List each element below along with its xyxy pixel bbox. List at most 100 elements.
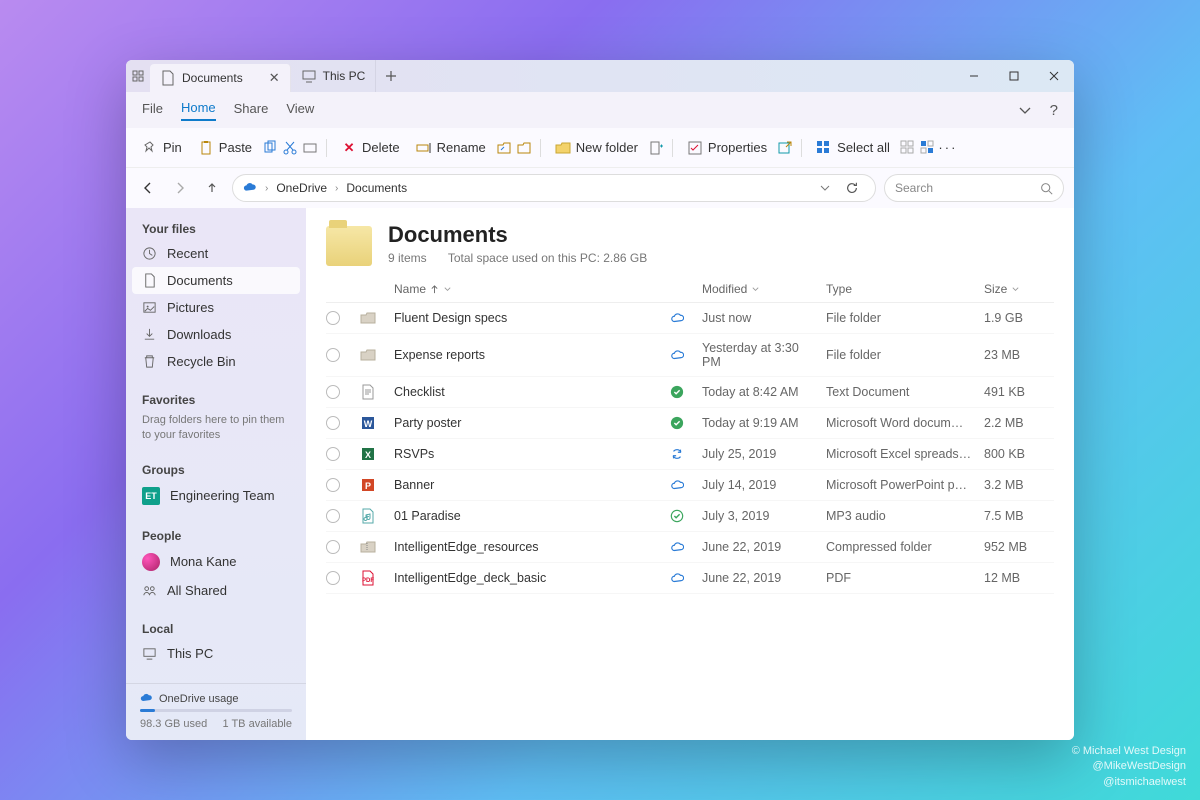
- file-name: Checklist: [394, 385, 662, 399]
- select-circle[interactable]: [326, 447, 340, 461]
- menu-home[interactable]: Home: [181, 100, 216, 121]
- forward-button[interactable]: [168, 176, 192, 200]
- open-icon[interactable]: [777, 140, 793, 156]
- select-circle[interactable]: [326, 540, 340, 554]
- breadcrumb-root[interactable]: OneDrive: [276, 181, 327, 195]
- select-none-icon[interactable]: [900, 140, 916, 156]
- folder-large-icon: [326, 226, 372, 266]
- column-name[interactable]: Name: [394, 282, 662, 296]
- file-row[interactable]: PDF IntelligentEdge_deck_basic June 22, …: [326, 563, 1054, 594]
- sidebar-heading-favorites: Favorites: [126, 389, 306, 411]
- properties-button[interactable]: Properties: [681, 136, 773, 160]
- delete-label: Delete: [362, 140, 400, 155]
- copy-icon[interactable]: [262, 140, 278, 156]
- status-check-icon: [670, 416, 684, 430]
- sidebar-item-person[interactable]: Mona Kane: [126, 547, 306, 577]
- sidebar-item-all-shared[interactable]: All Shared: [126, 577, 306, 604]
- column-modified[interactable]: Modified: [702, 282, 818, 296]
- select-circle[interactable]: [326, 385, 340, 399]
- menu-view[interactable]: View: [286, 101, 314, 120]
- close-button[interactable]: [1034, 60, 1074, 92]
- new-tab-button[interactable]: [376, 60, 406, 92]
- ppt-icon: P: [360, 477, 376, 493]
- sidebar-item-recent[interactable]: Recent: [126, 240, 306, 267]
- folder-icon: [360, 310, 376, 326]
- file-row[interactable]: P Banner July 14, 2019 Microsoft PowerPo…: [326, 470, 1054, 501]
- sidebar-item-downloads[interactable]: Downloads: [126, 321, 306, 348]
- collapse-ribbon-icon[interactable]: [1018, 103, 1032, 117]
- column-type[interactable]: Type: [826, 282, 976, 296]
- new-folder-button[interactable]: New folder: [549, 136, 644, 160]
- select-circle[interactable]: [326, 416, 340, 430]
- rename-label: Rename: [437, 140, 486, 155]
- sidebar-item-label: Documents: [167, 273, 233, 288]
- address-bar[interactable]: › OneDrive › Documents: [232, 174, 876, 202]
- minimize-button[interactable]: [954, 60, 994, 92]
- status-cloud-icon: [670, 478, 684, 492]
- file-row[interactable]: Fluent Design specs Just now File folder…: [326, 303, 1054, 334]
- new-item-icon[interactable]: [648, 140, 664, 156]
- search-box[interactable]: Search: [884, 174, 1064, 202]
- sidebar-item-group[interactable]: ET Engineering Team: [126, 481, 306, 511]
- tab-this-pc[interactable]: This PC: [291, 60, 377, 92]
- sidebar-item-pictures[interactable]: Pictures: [126, 294, 306, 321]
- invert-selection-icon[interactable]: [920, 140, 936, 156]
- file-type: Microsoft Excel spreads…: [826, 447, 976, 461]
- page-subtitle: 9 items Total space used on this PC: 2.8…: [388, 251, 665, 265]
- tab-close-icon[interactable]: ✕: [269, 70, 280, 86]
- svg-text:P: P: [365, 481, 371, 491]
- chevron-down-icon[interactable]: [819, 182, 831, 194]
- copy-to-icon[interactable]: [516, 140, 532, 156]
- rename-button[interactable]: Rename: [410, 136, 492, 160]
- sidebar-item-this-pc[interactable]: This PC: [126, 640, 306, 667]
- up-button[interactable]: [200, 176, 224, 200]
- avatar: [142, 553, 160, 571]
- sidebar-item-documents[interactable]: Documents: [132, 267, 300, 294]
- file-name: Banner: [394, 478, 662, 492]
- pin-icon: [142, 140, 158, 156]
- select-all-button[interactable]: Select all: [810, 136, 896, 160]
- sidebar-item-label: This PC: [167, 646, 213, 661]
- column-headers: Name Modified Type Size: [326, 276, 1054, 303]
- breadcrumb-current[interactable]: Documents: [346, 181, 407, 195]
- status-cloud-icon: [670, 571, 684, 585]
- people-icon: [142, 583, 157, 598]
- paste-label: Paste: [219, 140, 252, 155]
- more-icon[interactable]: ···: [940, 140, 956, 156]
- file-type: MP3 audio: [826, 509, 976, 523]
- maximize-button[interactable]: [994, 60, 1034, 92]
- file-row[interactable]: 01 Paradise July 3, 2019 MP3 audio 7.5 M…: [326, 501, 1054, 532]
- refresh-button[interactable]: [839, 181, 865, 195]
- copy-path-icon[interactable]: [302, 140, 318, 156]
- menu-file[interactable]: File: [142, 101, 163, 120]
- back-button[interactable]: [136, 176, 160, 200]
- delete-button[interactable]: ✕Delete: [335, 136, 406, 160]
- file-row[interactable]: IntelligentEdge_resources June 22, 2019 …: [326, 532, 1054, 563]
- file-modified: Today at 9:19 AM: [702, 416, 818, 430]
- tab-documents[interactable]: Documents ✕: [150, 64, 291, 92]
- file-row[interactable]: Checklist Today at 8:42 AM Text Document…: [326, 377, 1054, 408]
- ribbon-toolbar: Pin Paste ✕Delete Rename New folder Prop…: [126, 128, 1074, 168]
- column-size[interactable]: Size: [984, 282, 1054, 296]
- document-icon: [160, 70, 176, 86]
- file-row[interactable]: X RSVPs July 25, 2019 Microsoft Excel sp…: [326, 439, 1054, 470]
- select-circle[interactable]: [326, 348, 340, 362]
- pin-button[interactable]: Pin: [136, 136, 188, 160]
- paste-button[interactable]: Paste: [192, 136, 258, 160]
- usage-title: OneDrive usage: [159, 693, 239, 705]
- help-icon[interactable]: ?: [1050, 102, 1058, 119]
- select-circle[interactable]: [326, 571, 340, 585]
- select-circle[interactable]: [326, 311, 340, 325]
- menu-share[interactable]: Share: [234, 101, 269, 120]
- file-row[interactable]: W Party poster Today at 9:19 AM Microsof…: [326, 408, 1054, 439]
- move-to-icon[interactable]: [496, 140, 512, 156]
- usage-used: 98.3 GB used: [140, 718, 207, 730]
- chevron-down-icon: [751, 285, 760, 294]
- select-circle[interactable]: [326, 478, 340, 492]
- sidebar-item-recycle-bin[interactable]: Recycle Bin: [126, 348, 306, 375]
- cut-icon[interactable]: [282, 140, 298, 156]
- svg-text:W: W: [364, 419, 373, 429]
- select-circle[interactable]: [326, 509, 340, 523]
- file-row[interactable]: Expense reports Yesterday at 3:30 PM Fil…: [326, 334, 1054, 377]
- search-placeholder: Search: [895, 181, 933, 195]
